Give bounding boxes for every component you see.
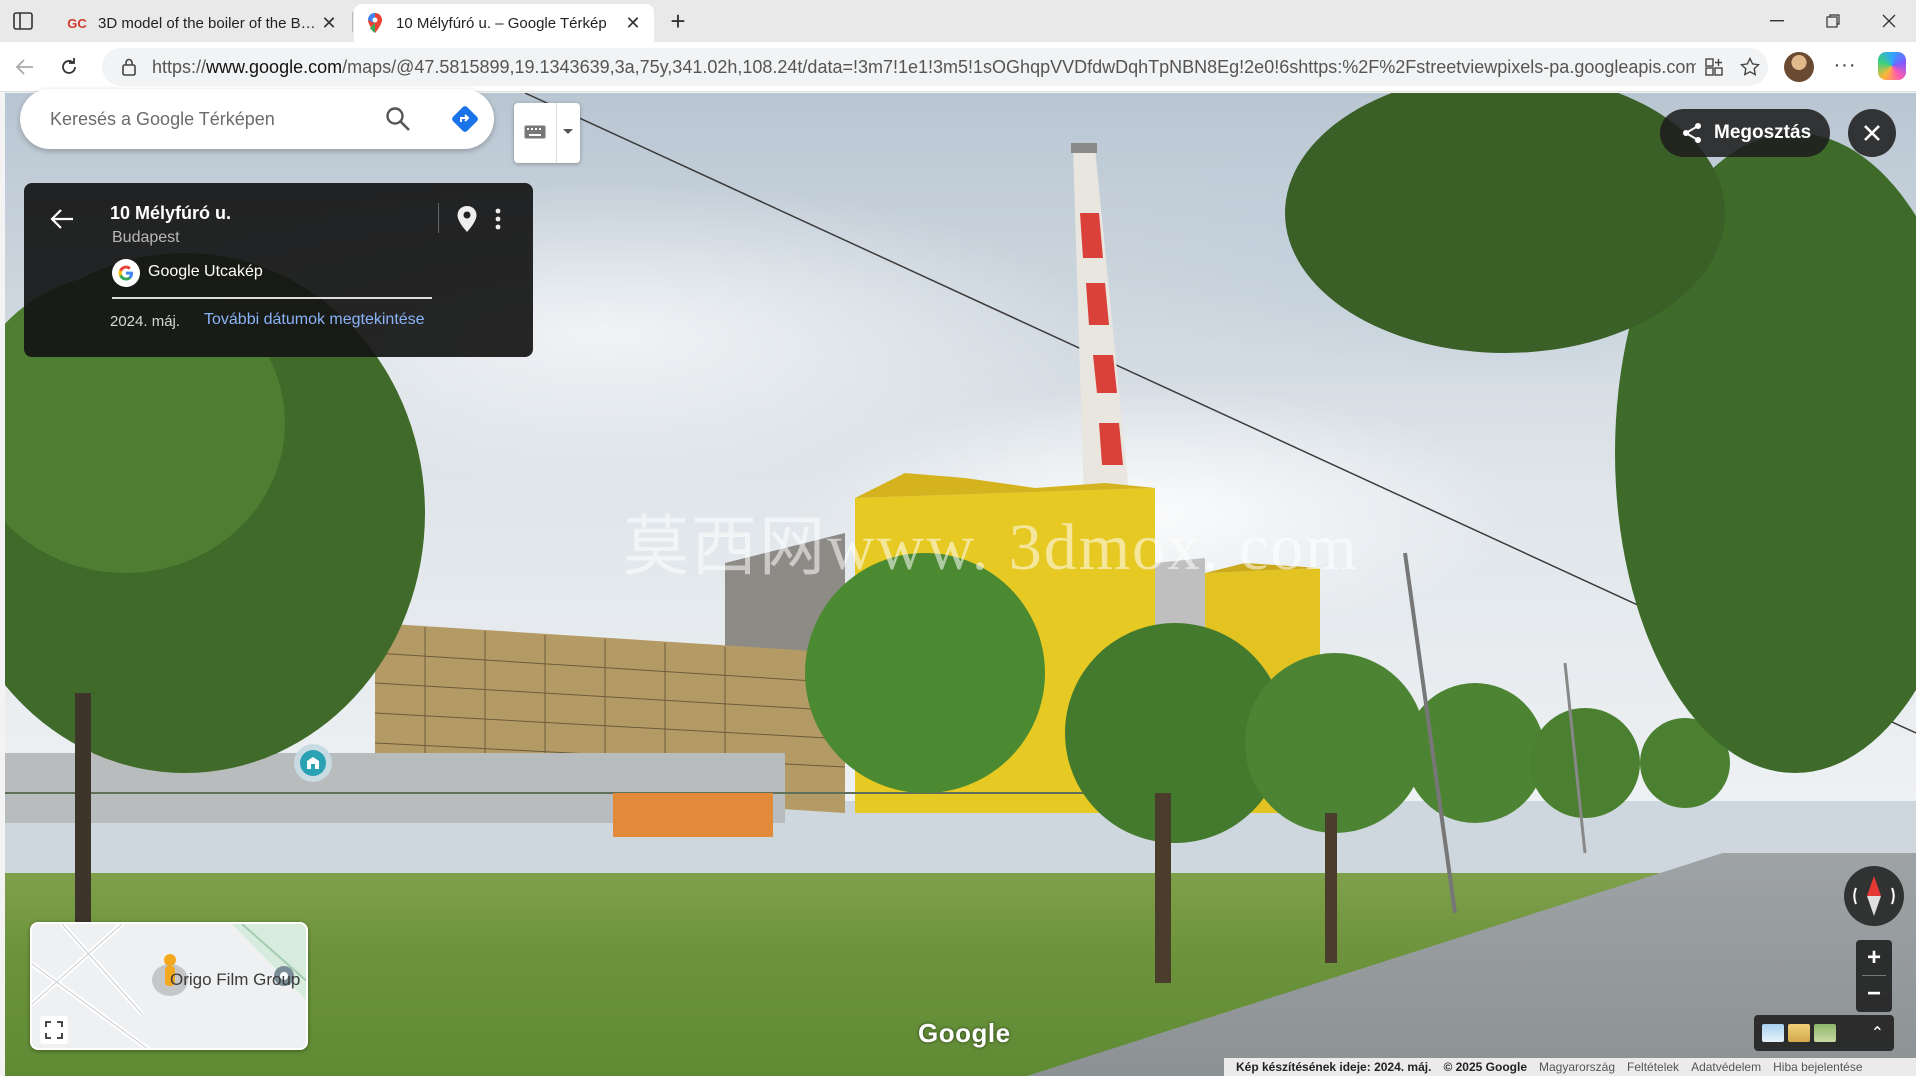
share-label: Megosztás [1714, 122, 1812, 143]
layer-thumb-terrain[interactable] [1788, 1024, 1810, 1042]
minimap-place-label: Origo Film Group [170, 970, 301, 989]
directions-icon[interactable] [450, 104, 480, 134]
google-g-icon [112, 259, 140, 287]
copilot-icon[interactable] [1878, 52, 1906, 80]
tab-title: 10 Mélyfúró u. – Google Térkép [396, 14, 607, 32]
close-street-view-button[interactable] [1848, 109, 1896, 157]
tab-title: 3D model of the boiler of the Budapest [98, 14, 318, 32]
address-title: 10 Mélyfúró u. [110, 203, 232, 223]
close-tab-icon[interactable]: ✕ [622, 12, 644, 34]
city-label: Budapest [112, 229, 180, 246]
timeline-bar [112, 297, 432, 299]
tab-bar: GC 3D model of the boiler of the Budapes… [0, 0, 1916, 42]
divider [1862, 975, 1886, 976]
zoom-in-button[interactable]: + [1856, 940, 1892, 976]
close-icon [1864, 125, 1880, 141]
watermark-text: 莫西网www. 3dmox. com [623, 511, 1359, 584]
capture-date: 2024. máj. [110, 313, 181, 330]
address-bar: https://www.google.com/maps/@47.5815899,… [0, 42, 1916, 92]
more-vert-icon[interactable] [490, 205, 506, 233]
capture-date-note: Kép készítésének ideje: 2024. máj. [1236, 1060, 1432, 1074]
url-bar[interactable]: https://www.google.com/maps/@47.5815899,… [102, 48, 1768, 86]
more-dates-link[interactable]: További dátumok megtekintése [204, 311, 425, 329]
tab-google-maps[interactable]: 10 Mélyfúró u. – Google Térkép ✕ [354, 4, 654, 42]
zoom-controls: + − [1856, 940, 1892, 1012]
new-tab-icon[interactable]: + [664, 8, 692, 36]
copyright-note: © 2025 Google [1443, 1060, 1527, 1074]
reload-icon[interactable] [54, 52, 84, 82]
attribution-footer: Kép készítésének ideje: 2024. máj. © 202… [1224, 1058, 1916, 1076]
share-icon [1678, 119, 1706, 147]
close-window-icon[interactable] [1862, 4, 1916, 38]
minimap[interactable]: Origo Film Group [30, 922, 308, 1050]
chevron-up-icon[interactable]: ⌃ [1871, 1023, 1884, 1043]
layers-switcher[interactable]: ⌃ [1754, 1015, 1894, 1051]
dropdown-caret-icon[interactable] [562, 128, 574, 136]
search-input[interactable] [50, 108, 350, 130]
place-marker[interactable] [294, 744, 332, 782]
url-text: https://www.google.com/maps/@47.5815899,… [152, 56, 1696, 77]
expand-map-icon[interactable] [40, 1016, 68, 1044]
divider [556, 103, 557, 163]
google-wordmark: Google [918, 1018, 1011, 1048]
close-tab-icon[interactable]: ✕ [318, 12, 340, 34]
layer-thumb-satellite[interactable] [1814, 1024, 1836, 1042]
privacy-link[interactable]: Adatvédelem [1691, 1060, 1761, 1074]
imagery-source-label: Google Utcakép [148, 263, 263, 280]
favorite-star-icon[interactable] [1732, 57, 1768, 77]
gc-favicon-icon: GC [67, 15, 87, 31]
divider [438, 203, 439, 233]
site-info-icon[interactable] [114, 58, 144, 76]
search-icon[interactable] [384, 105, 412, 133]
app-install-icon[interactable] [1696, 58, 1732, 76]
restore-icon[interactable] [1806, 4, 1860, 38]
keyboard-icon [524, 125, 546, 139]
compass-icon[interactable] [1844, 866, 1904, 926]
layer-thumb-map[interactable] [1762, 1024, 1784, 1042]
sidebar-toggle-icon[interactable] [10, 9, 36, 33]
back-arrow-icon[interactable] [10, 52, 40, 82]
back-arrow-icon[interactable] [48, 205, 76, 233]
more-options-icon[interactable]: ··· [1830, 52, 1860, 82]
location-info-card: 10 Mélyfúró u. Budapest Google Utcakép 2… [24, 183, 533, 357]
location-pin-icon[interactable] [456, 205, 478, 233]
country-link[interactable]: Magyarország [1539, 1060, 1615, 1074]
terms-link[interactable]: Feltételek [1627, 1060, 1679, 1074]
keyboard-shortcuts-button[interactable] [514, 103, 580, 163]
maps-pin-favicon-icon [364, 13, 386, 33]
zoom-out-button[interactable]: − [1856, 976, 1892, 1012]
tab-divider [352, 12, 353, 32]
building-icon [300, 750, 326, 776]
maps-search-box [20, 89, 494, 149]
tab-boiler-model[interactable]: GC 3D model of the boiler of the Budapes… [56, 4, 350, 42]
report-problem-link[interactable]: Hiba bejelentése [1773, 1060, 1862, 1074]
share-button[interactable]: Megosztás [1660, 109, 1830, 157]
profile-avatar[interactable] [1784, 52, 1814, 82]
minimize-icon[interactable] [1750, 4, 1804, 38]
